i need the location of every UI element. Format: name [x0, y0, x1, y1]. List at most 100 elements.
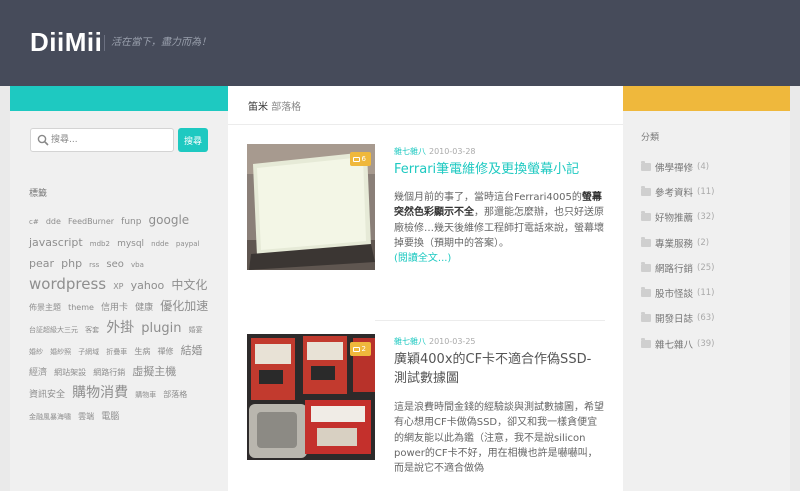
tag-link[interactable]: 婚紗照: [50, 348, 71, 356]
folder-icon: [641, 261, 651, 272]
post-title-link[interactable]: Ferrari筆電維修及更換螢幕小記: [394, 160, 604, 179]
post-category-link[interactable]: 雜七雜八: [394, 147, 426, 156]
page-title: 笛米 部落格: [228, 86, 623, 125]
tag-link[interactable]: 雲端: [78, 412, 94, 421]
tag-link[interactable]: php: [61, 257, 82, 270]
comment-icon: [352, 346, 360, 352]
tag-link[interactable]: XP: [113, 282, 123, 291]
tag-link[interactable]: 經濟: [29, 368, 47, 378]
tag-link[interactable]: 購物車: [135, 391, 156, 399]
tag-link[interactable]: dde: [46, 217, 61, 226]
folder-icon: [641, 160, 651, 171]
read-more-link[interactable]: (閱讀全文...): [394, 253, 451, 264]
tag-link[interactable]: seo: [106, 259, 123, 270]
category-item[interactable]: 好物推薦 (32): [641, 205, 714, 230]
category-count: (63): [697, 313, 715, 324]
comment-icon: [352, 156, 360, 162]
category-item[interactable]: 雜七雜八 (39): [641, 331, 714, 356]
tag-link[interactable]: google: [149, 213, 190, 227]
category-item[interactable]: 網路行銷 (25): [641, 255, 714, 280]
tag-link[interactable]: paypal: [176, 240, 200, 248]
site-title[interactable]: DiiMii: [30, 27, 102, 58]
post-thumbnail[interactable]: 2: [247, 334, 375, 460]
category-label: 網路行銷: [655, 263, 694, 275]
search-button[interactable]: 搜尋: [178, 128, 208, 152]
tag-link[interactable]: 資訊安全: [29, 390, 65, 400]
tag-link[interactable]: 購物消費: [72, 385, 128, 401]
category-label: 開發日誌: [655, 314, 694, 326]
right-sidebar: 分類 佛學禪修 (4) 參考資料 (11) 好物推薦 (32) 專業服務 (2) 網路行銷 (25…: [623, 111, 790, 491]
folder-icon: [641, 185, 651, 196]
tag-link[interactable]: 健康: [135, 303, 153, 313]
category-item[interactable]: 參考資料 (11): [641, 179, 714, 204]
tag-link[interactable]: 電腦: [101, 412, 119, 422]
tag-link[interactable]: plugin: [141, 321, 181, 336]
tag-link[interactable]: FeedBurner: [68, 217, 114, 226]
post-thumbnail[interactable]: 6: [247, 144, 375, 270]
tag-link[interactable]: wordpress: [29, 275, 106, 293]
tag-link[interactable]: 信用卡: [101, 303, 128, 313]
tag-cloud: c# dde FeedBurner funp google javascript…: [29, 208, 219, 425]
post-category-link[interactable]: 雜七雜八: [394, 337, 426, 346]
category-label: 雜七雜八: [655, 339, 694, 351]
category-item[interactable]: 股市怪談 (11): [641, 280, 714, 305]
tag-link[interactable]: 優化加速: [160, 299, 208, 313]
tag-link[interactable]: javascript: [29, 236, 83, 249]
category-count: (32): [697, 212, 715, 223]
comment-count-badge[interactable]: 6: [349, 152, 371, 166]
tag-link[interactable]: vba: [131, 261, 144, 269]
search-input[interactable]: [51, 132, 169, 148]
post-date: 2010-03-28: [429, 147, 476, 156]
tag-link[interactable]: mdb2: [90, 240, 110, 248]
post-meta: 雜七雜八 2010-03-28: [394, 146, 476, 157]
category-count: (2): [697, 237, 710, 248]
tag-link[interactable]: ndde: [151, 240, 169, 248]
tag-link[interactable]: 金融風暴海嘯: [29, 413, 71, 421]
tag-link[interactable]: rss: [89, 261, 99, 269]
tag-link[interactable]: 婚紗: [29, 348, 43, 356]
tag-link[interactable]: 台証超級大三元: [29, 326, 78, 334]
tag-link[interactable]: 網站架設: [54, 368, 86, 377]
tag-link[interactable]: mysql: [117, 239, 144, 249]
category-label: 好物推薦: [655, 213, 694, 225]
tag-link[interactable]: 生病: [134, 347, 150, 356]
tags-widget-title: 標籤: [29, 189, 48, 199]
post-excerpt: 這是浪費時間金錢的經驗談與測試數據圖，希望有心想用CF卡做偽SSD，卻又和我一樣…: [394, 402, 604, 475]
tag-link[interactable]: pear: [29, 257, 54, 270]
tag-link[interactable]: 客套: [85, 326, 99, 334]
post-title-link[interactable]: 廣穎400x的CF卡不適合作偽SSD-測試數據圖: [394, 350, 604, 388]
post-divider: [375, 320, 605, 321]
folder-icon: [641, 337, 651, 348]
tag-link[interactable]: 部落格: [163, 390, 187, 399]
tag-link[interactable]: 子網域: [78, 348, 99, 356]
page-title-main: 笛米: [248, 102, 268, 113]
comment-count-badge[interactable]: 2: [349, 342, 371, 356]
category-item[interactable]: 佛學禪修 (4): [641, 154, 714, 179]
tag-link[interactable]: 折疊車: [106, 348, 127, 356]
category-item[interactable]: 開發日誌 (63): [641, 306, 714, 331]
tag-link[interactable]: 網路行銷: [93, 368, 125, 377]
category-label: 股市怪談: [655, 289, 694, 301]
post-date: 2010-03-25: [429, 337, 476, 346]
tag-link[interactable]: 中文化: [171, 278, 207, 292]
post-meta: 雜七雜八 2010-03-25: [394, 336, 476, 347]
left-sidebar-accent-bar: [10, 86, 228, 111]
tag-link[interactable]: 禪修: [157, 347, 173, 356]
category-count: (4): [697, 161, 710, 172]
category-count: (39): [697, 338, 715, 349]
category-item[interactable]: 專業服務 (2): [641, 230, 714, 255]
tag-link[interactable]: 外掛: [106, 320, 134, 336]
tag-link[interactable]: theme: [68, 303, 94, 312]
folder-icon: [641, 312, 651, 323]
tag-link[interactable]: funp: [121, 217, 141, 227]
tag-link[interactable]: 虛擬主機: [132, 365, 176, 378]
tag-link[interactable]: 結婚: [181, 344, 203, 357]
tag-link[interactable]: 婚宴: [189, 326, 203, 334]
category-list: 佛學禪修 (4) 參考資料 (11) 好物推薦 (32) 專業服務 (2) 網路行銷 (25) 股市…: [641, 154, 714, 356]
tag-link[interactable]: yahoo: [131, 279, 165, 292]
post-excerpt: 幾個月前的事了，當時這台Ferrari4005的螢幕突然色彩顯示不全，那還能怎麼…: [394, 192, 604, 265]
tag-link[interactable]: c#: [29, 218, 39, 226]
folder-icon: [641, 287, 651, 298]
tag-link[interactable]: 佈景主題: [29, 303, 61, 312]
category-label: 參考資料: [655, 187, 694, 199]
